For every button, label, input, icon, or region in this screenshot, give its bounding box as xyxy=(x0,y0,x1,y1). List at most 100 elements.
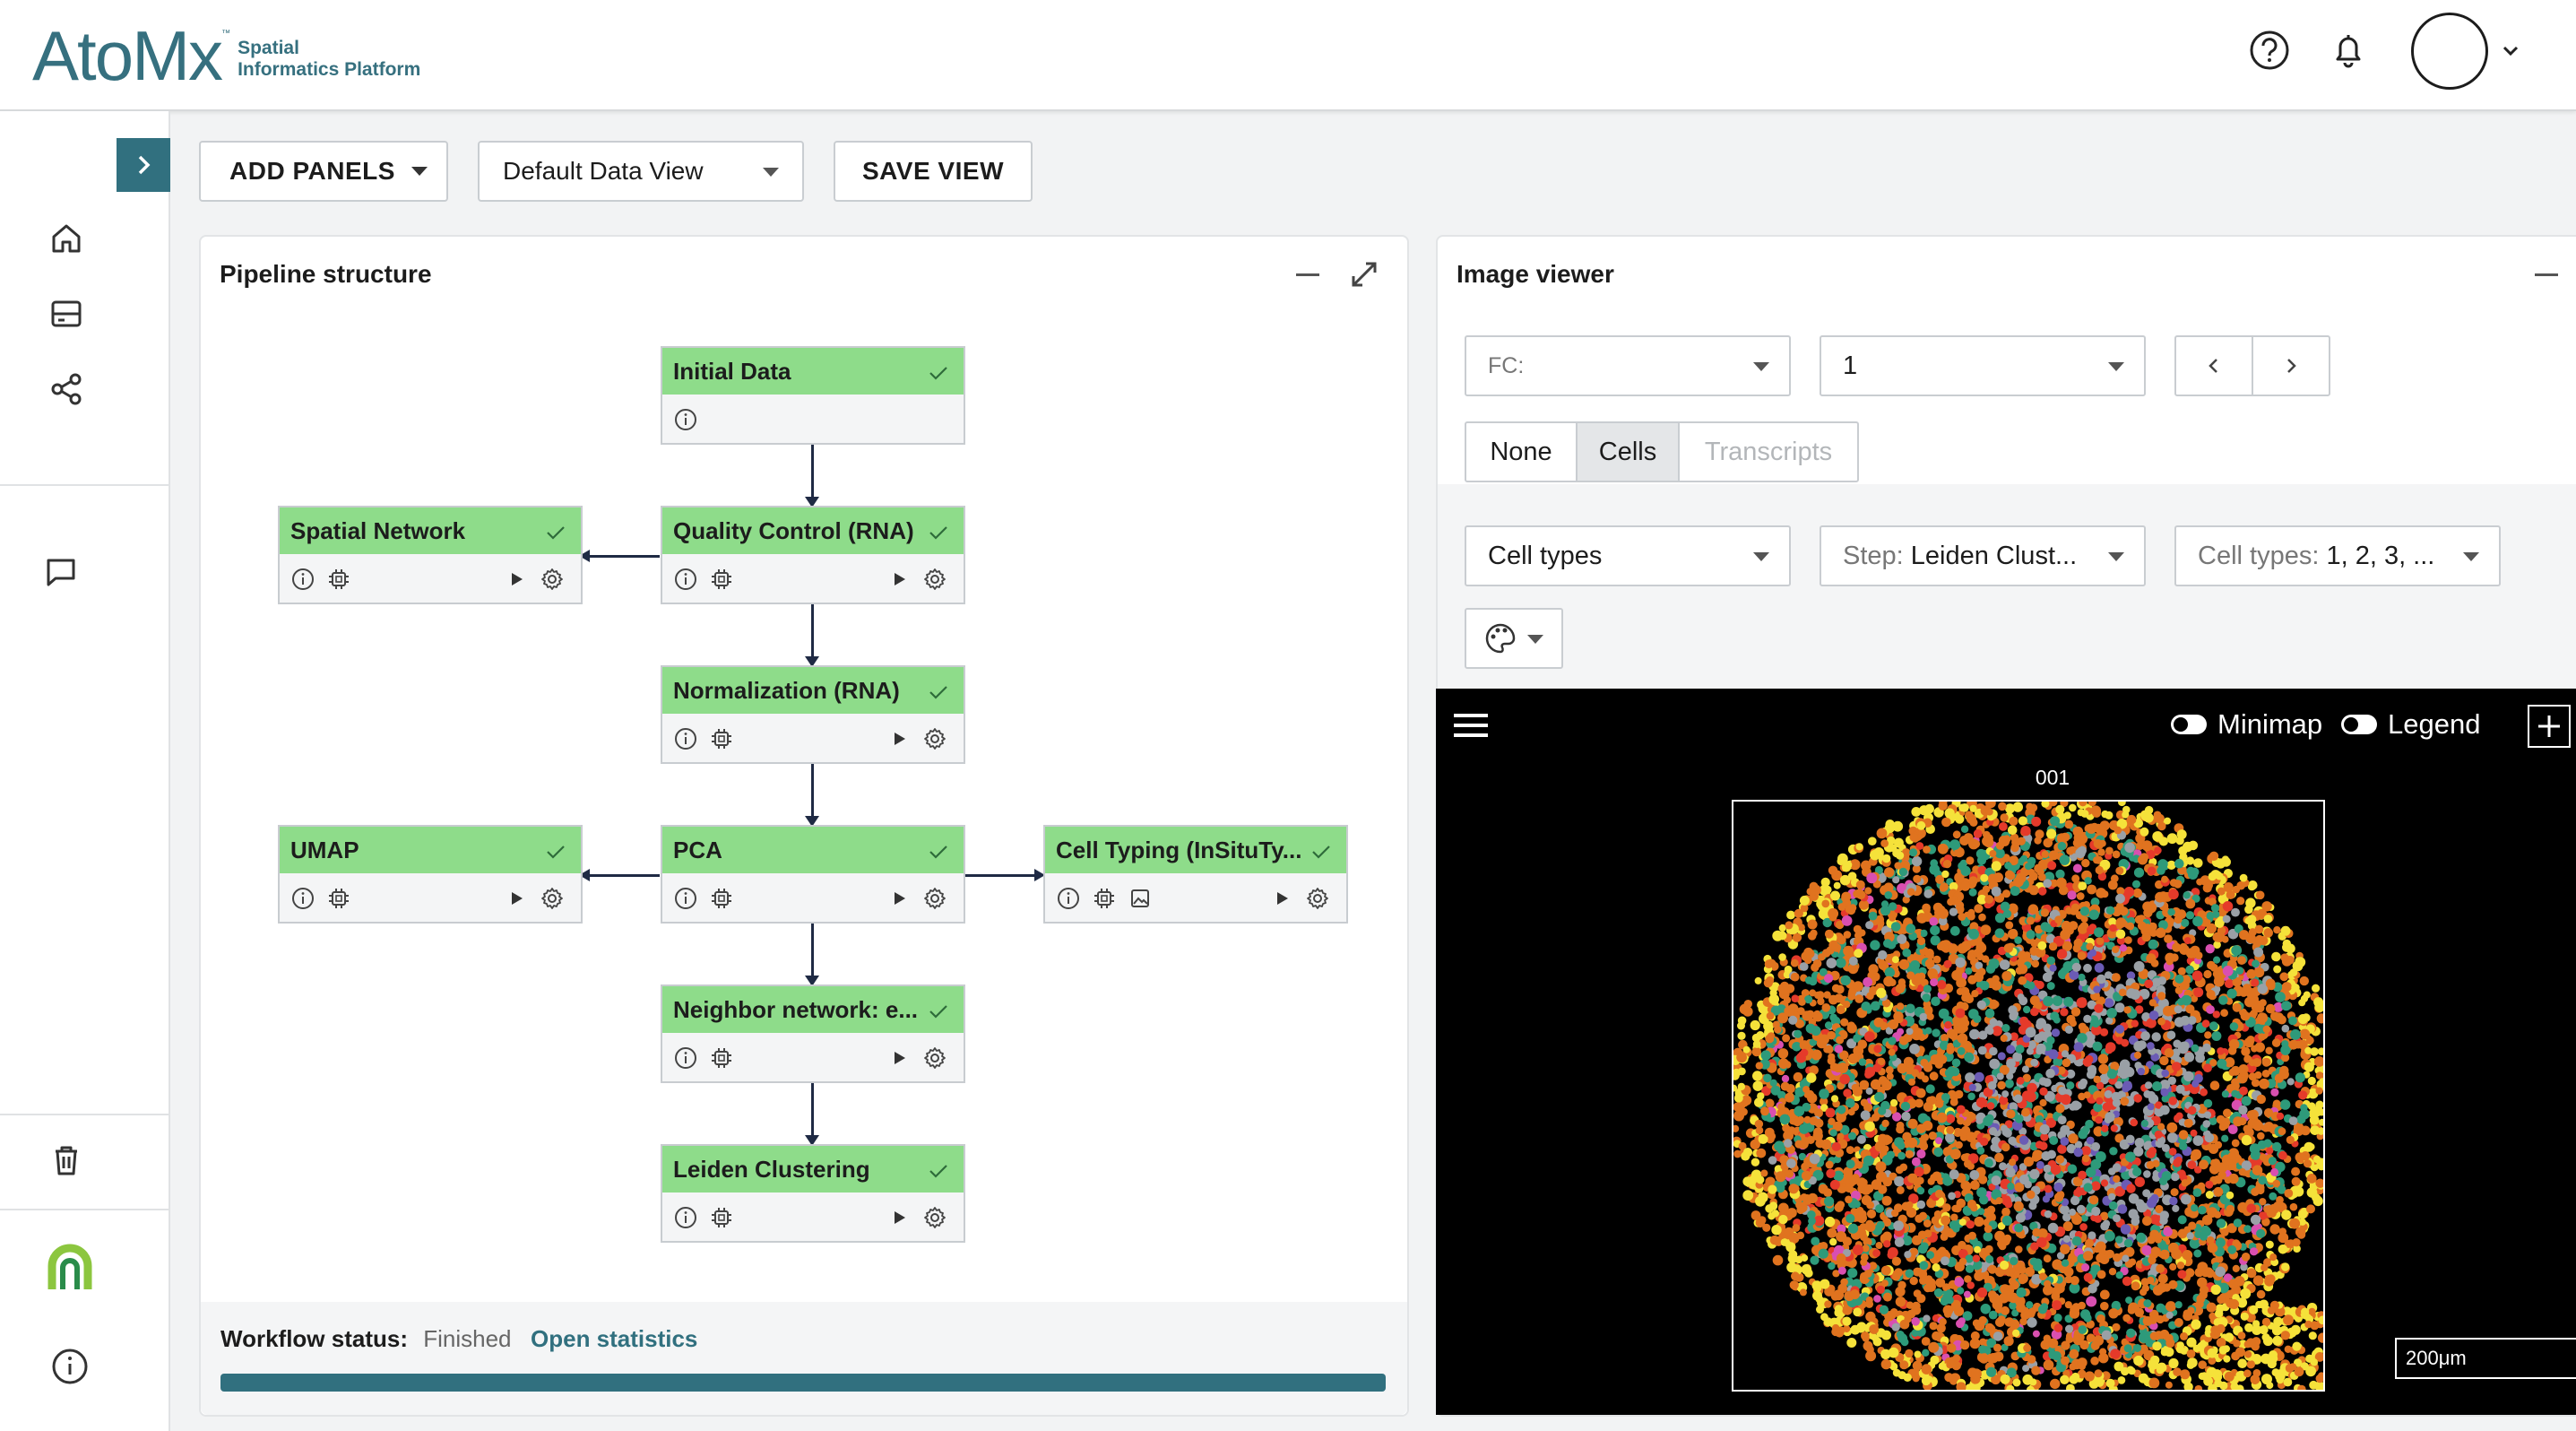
check-icon xyxy=(926,839,951,864)
chevron-left-icon[interactable] xyxy=(2201,353,2226,378)
play-icon[interactable] xyxy=(886,726,912,751)
pipeline-node-cell-typing[interactable]: Cell Typing (InSituTy... xyxy=(1043,825,1348,924)
viewer-settings-bar xyxy=(1438,484,2576,689)
info-icon[interactable] xyxy=(673,407,698,432)
play-icon[interactable] xyxy=(504,886,529,911)
minimap-label: Minimap xyxy=(2217,708,2323,740)
step-label: Step: xyxy=(1843,541,1904,570)
palette-icon xyxy=(1485,623,1516,654)
fov-select-value: 1 xyxy=(1843,351,1858,380)
gear-icon[interactable] xyxy=(922,1045,947,1071)
caret-down-icon xyxy=(1527,635,1543,644)
chip-icon[interactable] xyxy=(709,886,734,911)
pipeline-node-pca[interactable]: PCA xyxy=(661,825,965,924)
image-viewer-canvas[interactable]: Minimap Legend 001 200μm xyxy=(1436,689,2576,1415)
info-icon[interactable] xyxy=(673,886,698,911)
zoom-in-button[interactable] xyxy=(2528,705,2571,748)
color-by-value: Cell types xyxy=(1488,541,1603,570)
node-title: UMAP xyxy=(290,836,359,863)
toggle-switch-icon xyxy=(2341,715,2377,734)
play-icon[interactable] xyxy=(504,567,529,592)
node-title: PCA xyxy=(673,836,722,863)
pipeline-node-normalization[interactable]: Normalization (RNA) xyxy=(661,665,965,764)
node-title: Initial Data xyxy=(673,357,791,385)
gear-icon[interactable] xyxy=(540,567,565,592)
plus-icon xyxy=(2538,716,2560,737)
seg-transcripts-label: Transcripts xyxy=(1704,437,1833,466)
minimap-toggle[interactable]: Minimap xyxy=(2171,708,2322,741)
chip-icon[interactable] xyxy=(1092,886,1117,911)
seg-transcripts[interactable]: Transcripts xyxy=(1678,421,1859,482)
workflow-footer xyxy=(201,1302,1407,1415)
fc-select-value: FC: xyxy=(1488,352,1525,378)
palette-select[interactable] xyxy=(1465,608,1563,669)
gear-icon[interactable] xyxy=(540,886,565,911)
gear-icon[interactable] xyxy=(1305,886,1330,911)
pipeline-node-spatial-network[interactable]: Spatial Network xyxy=(278,506,583,604)
color-by-select[interactable]: Cell types xyxy=(1465,525,1791,586)
pipeline-node-initial-data[interactable]: Initial Data xyxy=(661,346,965,445)
seg-none[interactable]: None xyxy=(1465,421,1578,482)
chip-icon[interactable] xyxy=(709,1045,734,1071)
cell-types-select[interactable]: Cell types: 1, 2, 3, ... xyxy=(2174,525,2501,586)
check-icon xyxy=(1309,839,1334,864)
seg-cells[interactable]: Cells xyxy=(1576,421,1680,482)
check-icon xyxy=(926,999,951,1024)
workflow-status: Workflow status: Finished xyxy=(220,1325,512,1353)
chip-icon[interactable] xyxy=(326,886,351,911)
info-icon[interactable] xyxy=(290,886,316,911)
check-icon xyxy=(543,520,568,545)
chevron-right-icon[interactable] xyxy=(2278,353,2304,378)
info-icon[interactable] xyxy=(673,726,698,751)
pipeline-node-neighbor-network[interactable]: Neighbor network: e... xyxy=(661,984,965,1083)
seg-none-label: None xyxy=(1490,437,1552,466)
fov-label: 001 xyxy=(2035,766,2070,789)
open-statistics-link[interactable]: Open statistics xyxy=(531,1325,697,1353)
gear-icon[interactable] xyxy=(922,886,947,911)
pipeline-node-umap[interactable]: UMAP xyxy=(278,825,583,924)
caret-down-icon xyxy=(2108,362,2124,371)
hamburger-menu-icon[interactable] xyxy=(1454,712,1490,739)
fov-select[interactable]: 1 xyxy=(1820,335,2146,396)
minimize-icon[interactable] xyxy=(2535,273,2558,276)
info-icon[interactable] xyxy=(673,1205,698,1230)
node-title: Cell Typing (InSituTy... xyxy=(1056,836,1302,863)
play-icon[interactable] xyxy=(1269,886,1294,911)
chip-icon[interactable] xyxy=(709,726,734,751)
pipeline-node-leiden-clustering[interactable]: Leiden Clustering xyxy=(661,1144,965,1243)
caret-down-icon xyxy=(2463,552,2479,561)
toggle-switch-icon xyxy=(2171,715,2207,734)
caret-down-icon xyxy=(1753,362,1769,371)
cell-types-label: Cell types: xyxy=(2198,541,2320,570)
gear-icon[interactable] xyxy=(922,1205,947,1230)
info-icon[interactable] xyxy=(673,567,698,592)
step-value: Leiden Clust... xyxy=(1910,541,2078,570)
seg-cells-label: Cells xyxy=(1598,437,1657,466)
chip-icon[interactable] xyxy=(709,1205,734,1230)
image-icon[interactable] xyxy=(1128,886,1153,911)
cell-types-value: 1, 2, 3, ... xyxy=(2326,541,2435,570)
node-title: Leiden Clustering xyxy=(673,1155,870,1183)
play-icon[interactable] xyxy=(886,1045,912,1071)
play-icon[interactable] xyxy=(886,886,912,911)
gear-icon[interactable] xyxy=(922,726,947,751)
fov-tissue-image xyxy=(1732,800,2325,1392)
caret-down-icon xyxy=(2108,552,2124,561)
workflow-progress-bar xyxy=(220,1374,1386,1392)
check-icon xyxy=(926,360,951,386)
info-icon[interactable] xyxy=(1056,886,1081,911)
step-select[interactable]: Step: Leiden Clust... xyxy=(1820,525,2146,586)
info-icon[interactable] xyxy=(290,567,316,592)
chip-icon[interactable] xyxy=(709,567,734,592)
fc-select[interactable]: FC: xyxy=(1465,335,1791,396)
scale-bar-label: 200μm xyxy=(2406,1347,2467,1369)
pipeline-node-quality-control[interactable]: Quality Control (RNA) xyxy=(661,506,965,604)
chip-icon[interactable] xyxy=(326,567,351,592)
node-title: Normalization (RNA) xyxy=(673,676,900,704)
play-icon[interactable] xyxy=(886,567,912,592)
legend-toggle[interactable]: Legend xyxy=(2341,708,2480,741)
check-icon xyxy=(926,520,951,545)
info-icon[interactable] xyxy=(673,1045,698,1071)
gear-icon[interactable] xyxy=(922,567,947,592)
play-icon[interactable] xyxy=(886,1205,912,1230)
